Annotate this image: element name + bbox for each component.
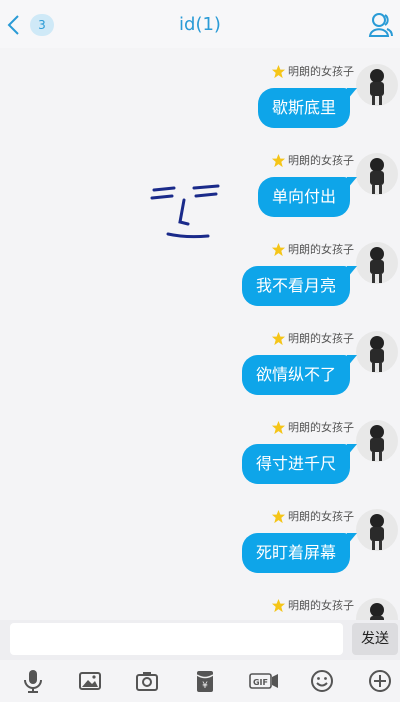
plus-icon xyxy=(369,670,391,692)
avatar-image xyxy=(370,603,384,620)
star-icon xyxy=(271,331,286,345)
sender-name: 明朗的女孩子 xyxy=(288,243,354,256)
emoji-icon xyxy=(311,670,333,692)
star-icon xyxy=(271,242,286,256)
star-icon xyxy=(271,153,286,167)
sender-name: 明朗的女孩子 xyxy=(288,421,354,434)
avatar[interactable] xyxy=(356,242,398,284)
back-chevron-icon xyxy=(7,15,19,35)
avatar-image xyxy=(370,514,384,550)
avatar-image xyxy=(370,158,384,194)
message-bubble[interactable]: 单向付出 xyxy=(257,177,358,217)
message-bubble[interactable]: 我不看月亮 xyxy=(241,266,358,306)
avatar-image xyxy=(370,69,384,105)
input-toolbar: ¥ GIF xyxy=(0,660,400,702)
avatar[interactable] xyxy=(356,153,398,195)
user-icon xyxy=(368,13,393,37)
top-bar: 3 id(1) xyxy=(0,0,400,48)
chat-title: id(1) xyxy=(179,14,221,35)
sender-name: 明朗的女孩子 xyxy=(288,510,354,523)
message-bubble[interactable]: 得寸进千尺 xyxy=(241,444,358,484)
message-item: 明朗的女孩子 xyxy=(0,582,400,620)
sender-info: 明朗的女孩子 xyxy=(271,241,354,257)
avatar[interactable] xyxy=(356,420,398,462)
image-button[interactable] xyxy=(77,668,103,694)
chat-area[interactable]: 明朗的女孩子 歇斯底里 明朗的女孩子 单向付出 明朗的女孩子 我不看月亮 明朗的… xyxy=(0,48,400,620)
star-icon xyxy=(271,509,286,523)
avatar[interactable] xyxy=(356,598,398,620)
star-icon xyxy=(271,64,286,78)
message-item: 明朗的女孩子 得寸进千尺 xyxy=(0,404,400,494)
message-bubble[interactable]: 歇斯底里 xyxy=(257,88,358,128)
sender-name: 明朗的女孩子 xyxy=(288,65,354,78)
sender-info: 明朗的女孩子 xyxy=(271,330,354,346)
camera-button[interactable] xyxy=(134,668,160,694)
sender-info: 明朗的女孩子 xyxy=(271,152,354,168)
message-item: 明朗的女孩子 死盯着屏幕 xyxy=(0,493,400,583)
send-button[interactable]: 发送 xyxy=(352,623,398,655)
gif-icon: GIF xyxy=(249,673,278,689)
sender-name: 明朗的女孩子 xyxy=(288,599,354,612)
avatar[interactable] xyxy=(356,331,398,373)
sender-info: 明朗的女孩子 xyxy=(271,419,354,435)
message-input[interactable] xyxy=(10,623,343,655)
back-button[interactable]: 3 xyxy=(6,11,56,39)
more-button[interactable] xyxy=(367,668,393,694)
emoji-button[interactable] xyxy=(309,668,335,694)
sender-info: 明朗的女孩子 xyxy=(271,63,354,79)
avatar-image xyxy=(370,247,384,283)
star-icon xyxy=(271,598,286,612)
svg-text:GIF: GIF xyxy=(253,678,268,687)
avatar[interactable] xyxy=(356,509,398,551)
sender-name: 明朗的女孩子 xyxy=(288,154,354,167)
message-bubble[interactable]: 死盯着屏幕 xyxy=(241,533,358,573)
star-icon xyxy=(271,420,286,434)
avatar-image xyxy=(370,425,384,461)
sender-name: 明朗的女孩子 xyxy=(288,332,354,345)
svg-text:¥: ¥ xyxy=(202,681,208,691)
avatar[interactable] xyxy=(356,64,398,106)
camera-icon xyxy=(136,672,158,691)
avatar-image xyxy=(370,336,384,372)
message-item: 明朗的女孩子 歇斯底里 xyxy=(0,48,400,138)
message-item: 明朗的女孩子 欲情纵不了 xyxy=(0,315,400,405)
profile-button[interactable] xyxy=(368,12,394,38)
message-bubble[interactable]: 欲情纵不了 xyxy=(241,355,358,395)
sender-info: 明朗的女孩子 xyxy=(271,597,354,613)
red-packet-button[interactable]: ¥ xyxy=(192,668,218,694)
image-icon xyxy=(79,672,101,690)
gif-button[interactable]: GIF xyxy=(249,668,278,694)
microphone-button[interactable] xyxy=(20,668,46,694)
microphone-icon xyxy=(24,670,42,693)
input-bar: 发送 xyxy=(0,620,400,660)
message-item: 明朗的女孩子 我不看月亮 xyxy=(0,226,400,316)
sender-info: 明朗的女孩子 xyxy=(271,508,354,524)
message-item: 明朗的女孩子 单向付出 xyxy=(0,137,400,227)
unread-badge: 3 xyxy=(30,14,54,36)
red-packet-icon: ¥ xyxy=(196,671,214,692)
